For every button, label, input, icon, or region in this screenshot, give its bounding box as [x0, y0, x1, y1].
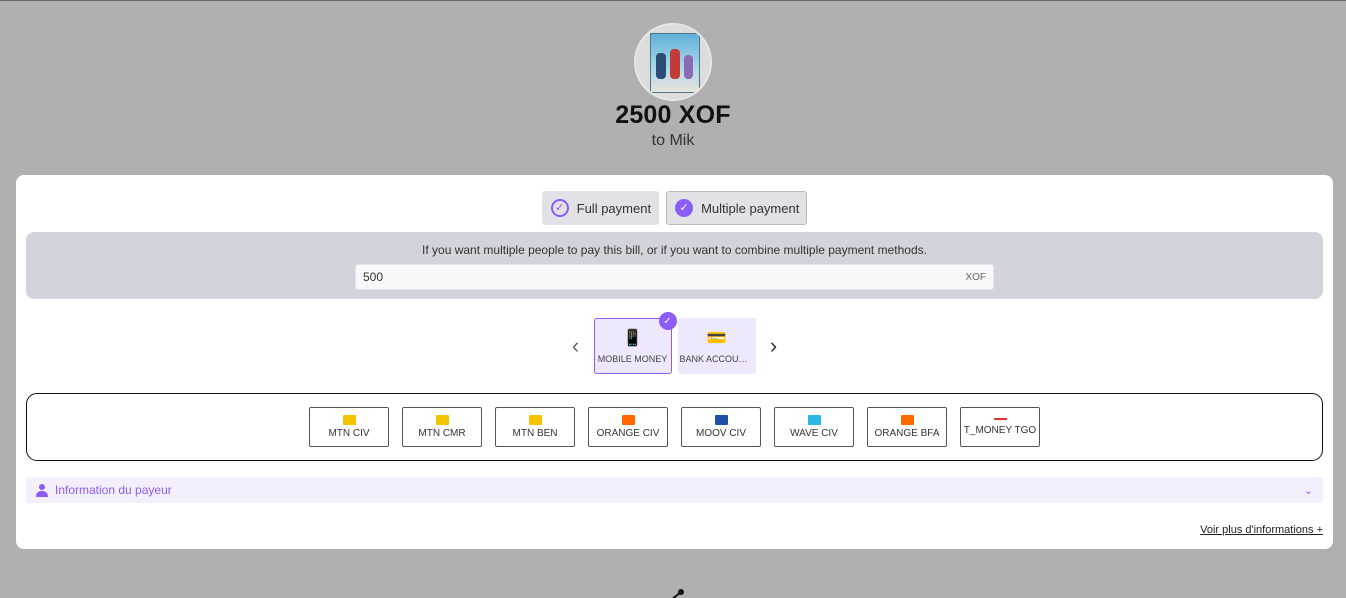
provider-orange-civ[interactable]: ORANGE CIV — [588, 407, 668, 447]
provider-label: MOOV CIV — [695, 428, 746, 439]
wave-logo-icon — [807, 415, 821, 425]
payer-information-label: Information du payeur — [55, 483, 172, 497]
provider-tmoney-tgo[interactable]: T_MONEY TGO — [960, 407, 1040, 447]
multiple-payment-panel: If you want multiple people to pay this … — [26, 232, 1323, 299]
method-label: BANK ACCOUNT... — [679, 354, 754, 364]
see-more-info-link[interactable]: Voir plus d'informations + — [1200, 524, 1323, 536]
check-circle-icon: ✓ — [550, 199, 569, 217]
check-badge-icon: ✓ — [658, 312, 677, 330]
chevron-left-icon[interactable]: ‹ — [565, 333, 587, 359]
orange-logo-icon — [900, 415, 914, 425]
moov-logo-icon — [714, 415, 728, 425]
chevron-right-icon[interactable]: › — [763, 333, 785, 359]
mtn-logo-icon — [435, 415, 449, 425]
partial-amount-input[interactable] — [363, 270, 863, 284]
payment-card: ✓ Full payment ✓ Multiple payment If you… — [16, 175, 1333, 549]
tmoney-logo-icon — [993, 418, 1007, 422]
full-payment-button[interactable]: ✓ Full payment — [541, 191, 660, 225]
method-mobile-money[interactable]: ✓ 📱 MOBILE MONEY — [593, 312, 677, 374]
provider-label: MTN CIV — [328, 428, 370, 439]
header: 2500 XOF to Mik — [0, 23, 1346, 150]
amount-title: 2500 XOF — [615, 101, 731, 129]
provider-label: ORANGE BFA — [874, 428, 940, 439]
provider-label: MTN BEN — [512, 428, 558, 439]
check-circle-filled-icon: ✓ — [675, 199, 694, 217]
multiple-payment-label: Multiple payment — [701, 200, 800, 216]
method-bank-account[interactable]: 💳 BANK ACCOUNT... — [677, 318, 756, 374]
merchant-avatar — [634, 23, 712, 101]
provider-label: ORANGE CIV — [596, 428, 660, 439]
multiple-payment-description: If you want multiple people to pay this … — [422, 243, 927, 257]
provider-mtn-civ[interactable]: MTN CIV — [309, 407, 389, 447]
mtn-logo-icon — [528, 415, 542, 425]
provider-mtn-ben[interactable]: MTN BEN — [495, 407, 575, 447]
full-payment-label: Full payment — [576, 200, 652, 216]
cards-icon: 💳 — [706, 330, 727, 347]
multiple-payment-button[interactable]: ✓ Multiple payment — [666, 191, 808, 225]
provider-wave-civ[interactable]: WAVE CIV — [774, 407, 854, 447]
provider-moov-civ[interactable]: MOOV CIV — [681, 407, 761, 447]
payment-methods-carousel: ‹ ✓ 📱 MOBILE MONEY 💳 BANK ACCOUNT... › — [16, 312, 1333, 374]
recipient-label: to Mik — [651, 132, 695, 149]
payment-mode-selector: ✓ Full payment ✓ Multiple payment — [16, 191, 1333, 225]
mtn-logo-icon — [342, 415, 356, 425]
provider-orange-bfa[interactable]: ORANGE BFA — [867, 407, 947, 447]
provider-label: WAVE CIV — [790, 428, 838, 439]
currency-suffix: XOF — [965, 271, 986, 283]
partial-amount-field[interactable]: XOF — [355, 264, 994, 290]
phone-icon: 📱 — [622, 330, 643, 347]
method-label: MOBILE MONEY — [597, 354, 668, 364]
share-icon[interactable] — [666, 586, 686, 598]
provider-label: MTN CMR — [418, 428, 466, 439]
payer-information-accordion[interactable]: Information du payeur ⌄ — [26, 477, 1323, 503]
chevron-down-icon: ⌄ — [1303, 484, 1313, 497]
user-icon — [36, 483, 48, 497]
provider-mtn-cmr[interactable]: MTN CMR — [402, 407, 482, 447]
provider-list: MTN CIV MTN CMR MTN BEN ORANGE CIV MOOV … — [26, 393, 1323, 461]
orange-logo-icon — [621, 415, 635, 425]
provider-label: T_MONEY TGO — [963, 425, 1037, 436]
